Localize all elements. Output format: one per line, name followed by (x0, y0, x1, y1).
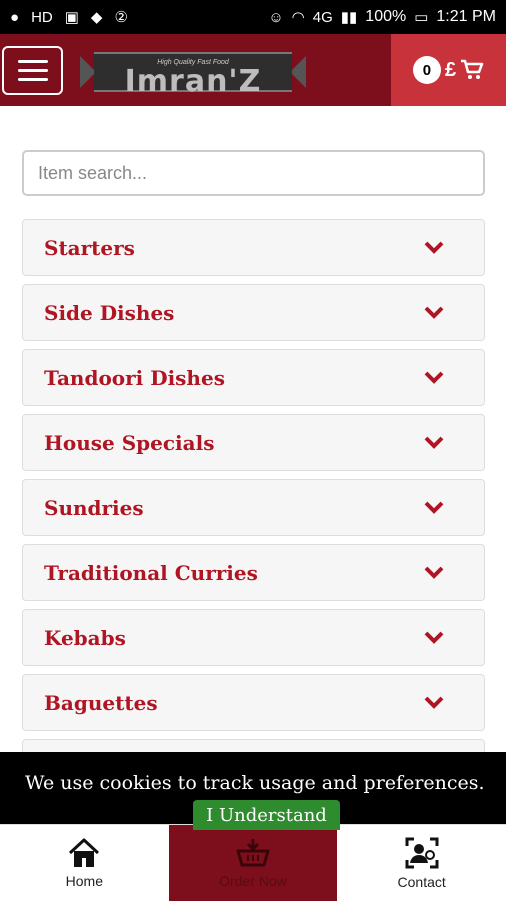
category-label: Baguettes (44, 690, 158, 715)
brand-logo[interactable]: High Quality Fast Food Imran'Z (80, 48, 306, 99)
menu-bar-icon (17, 69, 48, 72)
wifi-icon: ◠ (291, 9, 305, 26)
clock: 1:21 PM (436, 8, 496, 25)
contact-icon (405, 837, 439, 869)
nav-order-now-label: Order Now (219, 873, 287, 889)
category-item-sundries[interactable]: Sundries (22, 479, 485, 536)
cart-button[interactable]: 0 £ (391, 34, 506, 106)
network-label: 4G (312, 8, 333, 26)
logo-name: Imran'Z (124, 64, 262, 99)
chevron-down-icon (424, 306, 444, 319)
nav-contact[interactable]: Contact (337, 825, 506, 901)
chevron-down-icon (424, 241, 444, 254)
nav-home-label: Home (65, 873, 103, 889)
chevron-down-icon (424, 696, 444, 709)
hd-icon: HD (31, 8, 53, 26)
category-list: Starters Side Dishes Tandoori Dishes Hou… (22, 219, 485, 804)
category-item-tandoori-dishes[interactable]: Tandoori Dishes (22, 349, 485, 406)
category-label: Tandoori Dishes (44, 365, 225, 390)
logo-banner: High Quality Fast Food Imran'Z (94, 52, 292, 99)
category-item-starters[interactable]: Starters (22, 219, 485, 276)
chevron-down-icon (424, 371, 444, 384)
cookie-message: We use cookies to track usage and prefer… (25, 772, 485, 794)
menu-bar-icon (17, 78, 48, 81)
chevron-down-icon (424, 501, 444, 514)
category-item-traditional-curries[interactable]: Traditional Curries (22, 544, 485, 601)
chevron-down-icon (424, 566, 444, 579)
nav-order-now[interactable]: Order Now (168, 825, 338, 901)
category-item-baguettes[interactable]: Baguettes (22, 674, 485, 731)
menu-bar-icon (17, 60, 48, 63)
category-label: Starters (44, 235, 135, 260)
accept-cookies-button[interactable]: I Understand (193, 800, 340, 830)
sync-icon: ② (114, 9, 128, 26)
category-label: Traditional Curries (44, 560, 258, 585)
basket-icon (236, 839, 270, 867)
category-label: Side Dishes (44, 300, 175, 325)
nav-contact-label: Contact (397, 874, 446, 890)
status-bar: ● HD ▣ ◆ ② ☺ ◠ 4G ▮▮ 100% ▭ 1:21 PM (0, 0, 506, 34)
logo-ribbon-right (290, 56, 306, 88)
chevron-down-icon (424, 436, 444, 449)
cart-count-badge: 0 (412, 56, 441, 84)
signal-icon: ▮▮ (340, 9, 358, 26)
cart-icon (461, 59, 484, 79)
battery-icon: ▭ (414, 9, 429, 26)
image-icon: ▣ (64, 9, 79, 26)
category-label: Sundries (44, 495, 144, 520)
category-label: Kebabs (44, 625, 126, 650)
nav-home[interactable]: Home (0, 825, 169, 901)
home-icon (69, 838, 100, 867)
android-icon: ◆ (90, 9, 103, 26)
bottom-nav: Home Order Now Contact (0, 824, 506, 901)
category-item-kebabs[interactable]: Kebabs (22, 609, 485, 666)
category-label: House Specials (44, 430, 215, 455)
item-search-input[interactable] (22, 150, 485, 196)
chat-icon: ● (10, 8, 20, 26)
category-item-side-dishes[interactable]: Side Dishes (22, 284, 485, 341)
battery-label: 100% (365, 8, 407, 25)
category-item-house-specials[interactable]: House Specials (22, 414, 485, 471)
contacts-icon: ☺ (268, 8, 284, 26)
chevron-down-icon (424, 631, 444, 644)
hamburger-menu-button[interactable] (2, 46, 63, 95)
cart-currency: £ (444, 58, 457, 81)
